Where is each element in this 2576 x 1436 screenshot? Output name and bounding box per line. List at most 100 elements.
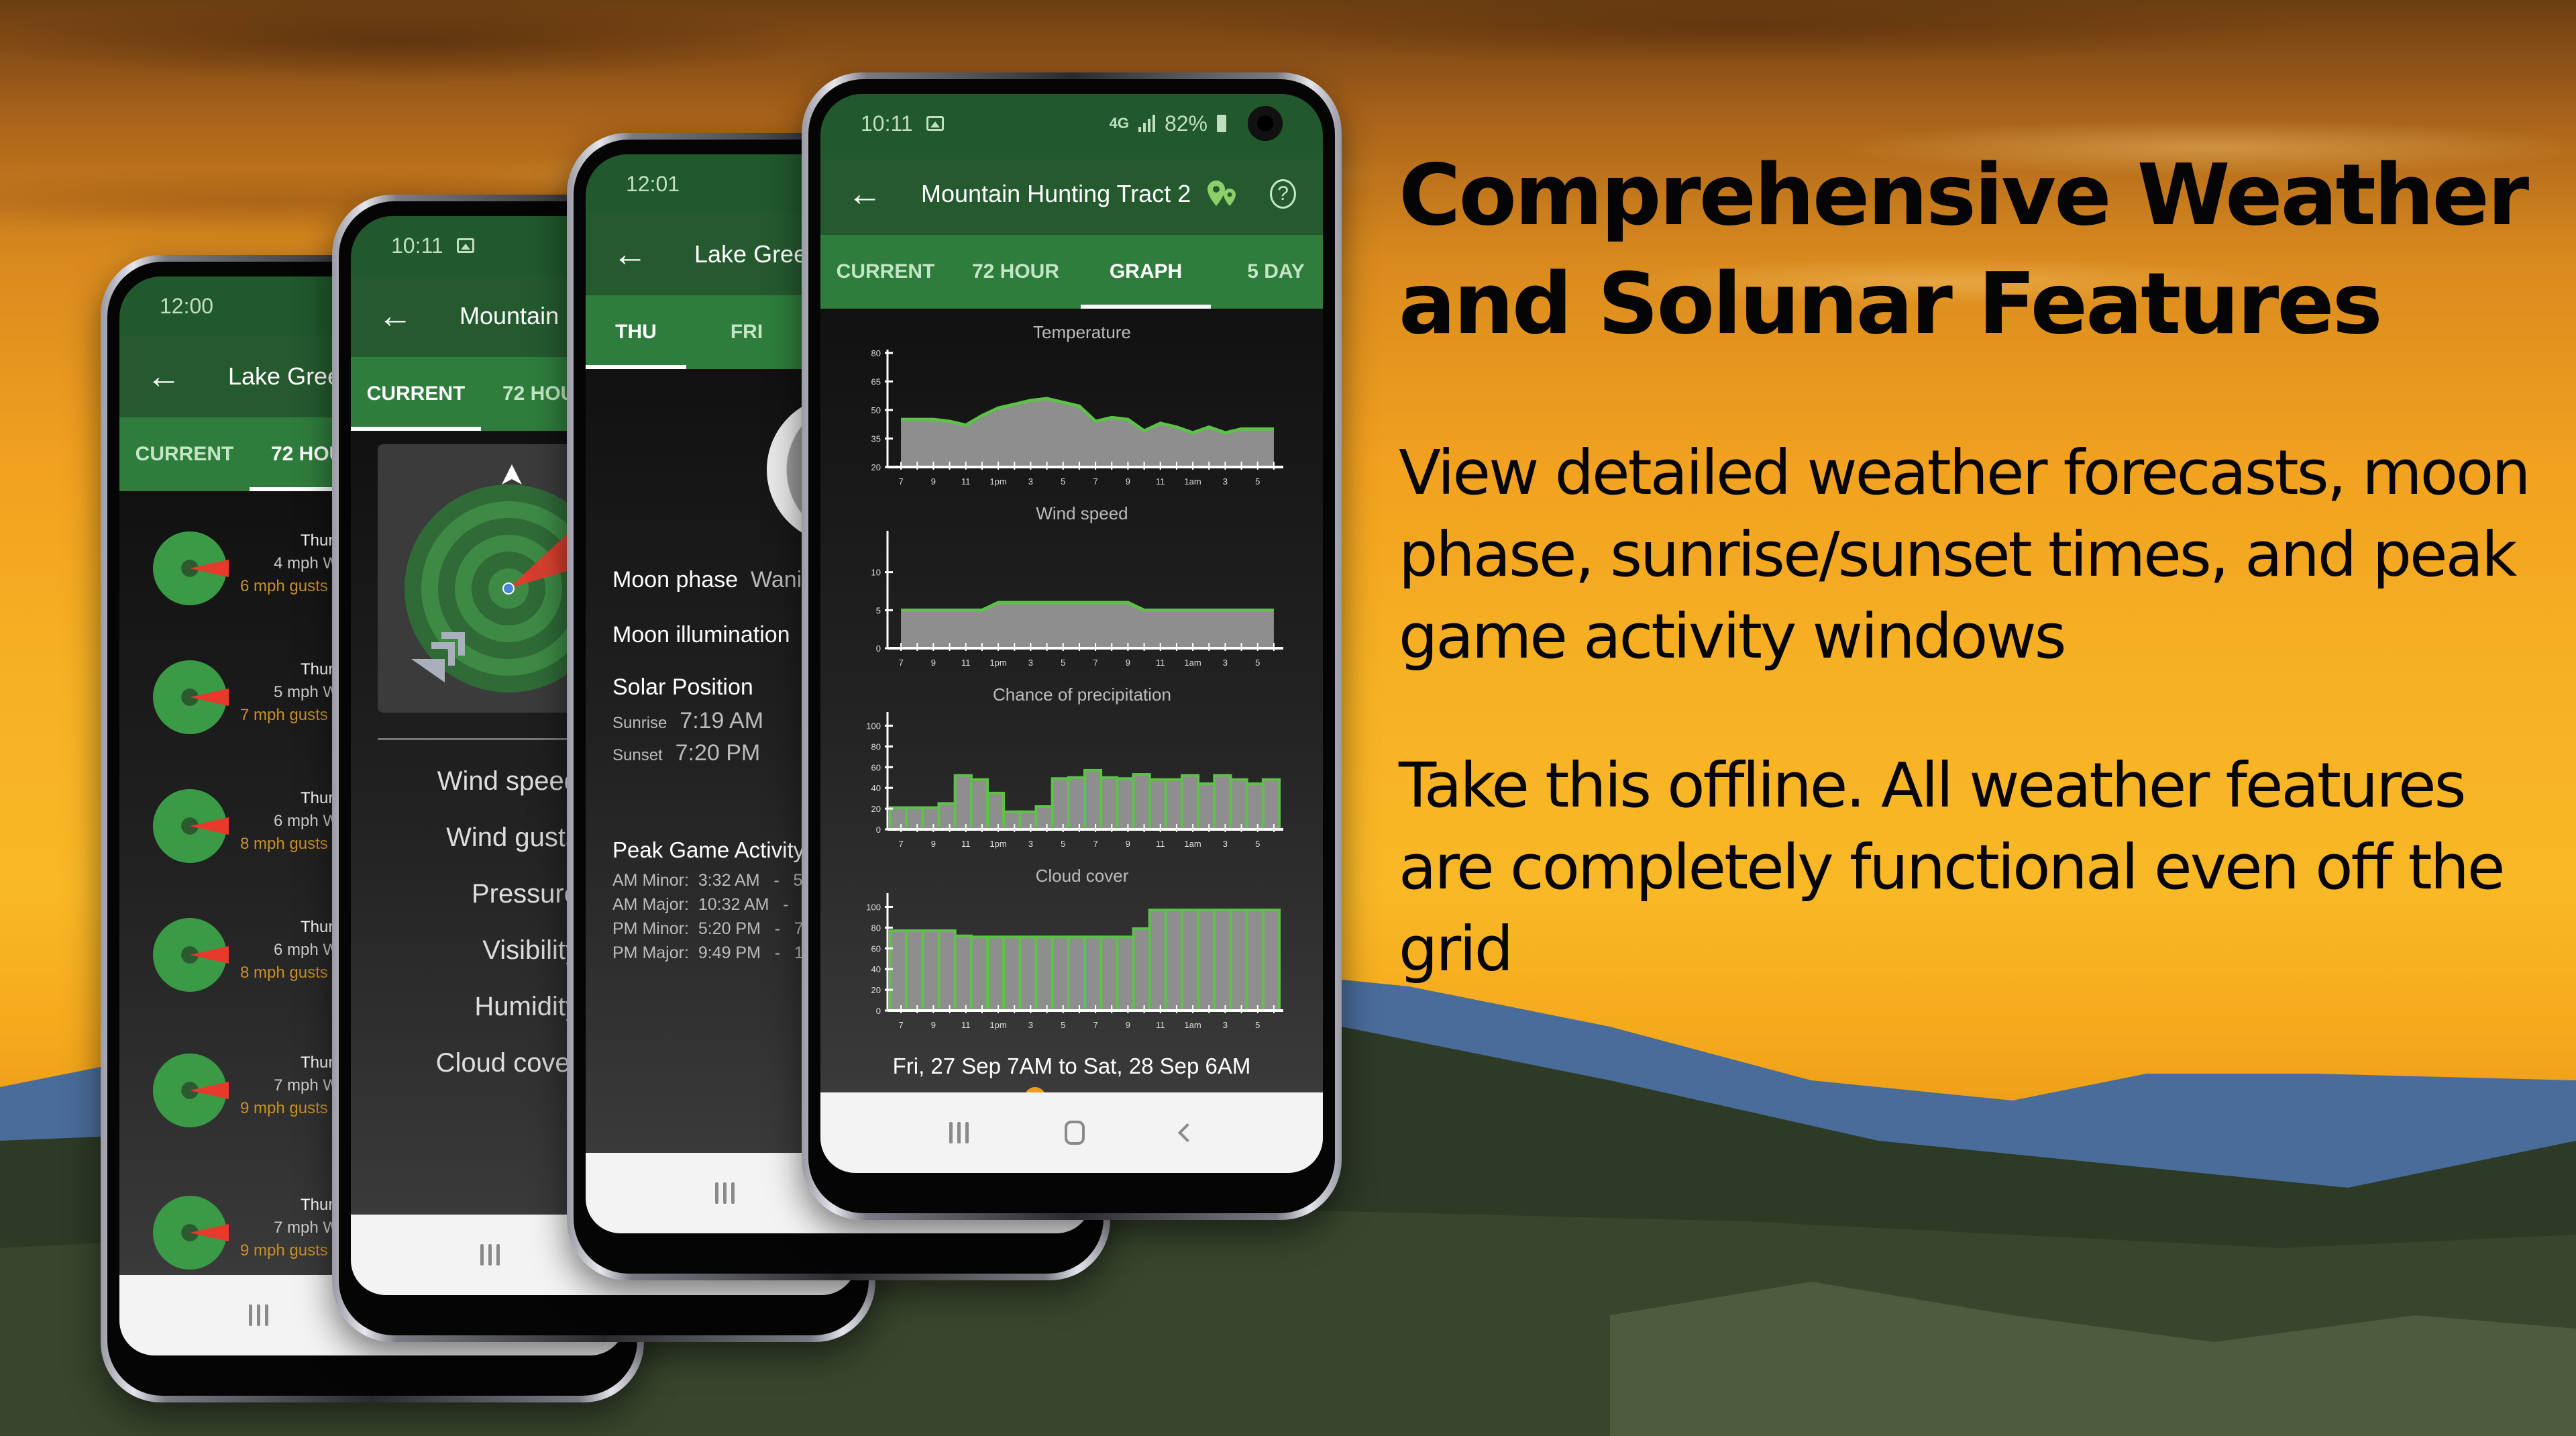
peak-start: 9:49 PM: [698, 943, 761, 962]
bar: [1067, 776, 1087, 831]
back-arrow-icon[interactable]: ←: [378, 299, 413, 334]
back-arrow-icon[interactable]: ←: [146, 359, 181, 394]
status-time: 12:01: [626, 171, 680, 196]
y-tick-label: 80: [871, 348, 881, 358]
bar: [937, 929, 957, 1012]
status-time: 12:00: [160, 293, 214, 318]
recent-apps-icon[interactable]: [714, 1182, 735, 1204]
image-notification-icon: [456, 238, 474, 253]
bar: [1034, 805, 1054, 831]
x-tick-label: 11: [961, 658, 971, 668]
slider-thumb[interactable]: [1024, 1087, 1046, 1092]
tab-5-day[interactable]: 5 DAY: [1211, 235, 1323, 309]
x-tick-label: 7: [1093, 839, 1097, 849]
x-tick-label: 11: [1156, 476, 1165, 486]
recent-apps-icon[interactable]: [480, 1244, 500, 1266]
y-tick-label: 5: [876, 605, 881, 615]
condition-label: Humidity: [474, 992, 579, 1021]
tab-bar: CURRENT 72 HOUR GRAPH 5 DAY: [820, 235, 1323, 309]
peak-game-activity-label: Peak Game Activity: [612, 837, 805, 862]
y-tick-label: 0: [876, 1006, 881, 1016]
back-arrow-icon[interactable]: ←: [612, 237, 647, 272]
y-tick-label: 80: [871, 923, 881, 933]
bar: [1148, 909, 1167, 1012]
wind-speed: 6 mph W: [274, 941, 339, 959]
x-tick-label: 1pm: [989, 476, 1006, 486]
bar: [1051, 935, 1070, 1012]
y-tick-label: 65: [871, 377, 881, 387]
nav-back-icon[interactable]: [1178, 1123, 1197, 1143]
bar: [889, 929, 908, 1012]
bar: [1083, 935, 1103, 1012]
tab-label: CURRENT: [135, 443, 234, 465]
bar: [1067, 935, 1087, 1012]
location-title: Mountain Hunting Tract 2: [921, 180, 1191, 207]
back-arrow-icon[interactable]: ←: [847, 176, 882, 211]
moon-phase-label: Moon phase: [612, 567, 739, 593]
cloud-cover-chart-svg: 0 20 40 60 80 100 7 9 11 1pm 3 5 7 9 11 1am 3 5: [866, 893, 1283, 1030]
condition-label: Visibility: [482, 935, 579, 965]
bar: [1229, 778, 1248, 831]
bar: [1245, 782, 1265, 831]
home-icon[interactable]: [1064, 1121, 1085, 1145]
x-tick-label: 9: [931, 839, 936, 849]
recent-apps-icon[interactable]: [248, 1304, 268, 1326]
x-tick-label: 1am: [1184, 839, 1201, 849]
app-bar: ← Mountain Hunting Tract 2 ?: [820, 153, 1323, 235]
tab-72-hour[interactable]: 72 HOUR: [951, 235, 1081, 309]
tab-graph[interactable]: GRAPH: [1081, 235, 1211, 309]
headline: Comprehensive Weather and Solunar Featur…: [1399, 146, 2529, 353]
bar: [953, 774, 973, 831]
bar: [1181, 774, 1200, 831]
tab-label: 72 HOUR: [971, 260, 1060, 283]
x-tick-label: 9: [931, 476, 936, 486]
x-tick-label: 7: [1093, 1020, 1097, 1030]
x-tick-label: 9: [1126, 658, 1130, 668]
bar: [921, 929, 941, 1012]
x-tick-label: 1pm: [989, 839, 1006, 849]
bar: [921, 806, 941, 831]
sunrise-value: 7:19 AM: [680, 708, 764, 733]
image-notification-icon: [926, 116, 944, 131]
help-icon[interactable]: ?: [1270, 179, 1296, 209]
tab-current[interactable]: CURRENT: [351, 357, 481, 431]
x-tick-label: 7: [898, 658, 903, 668]
bar: [1099, 935, 1119, 1012]
y-tick-label: 0: [876, 825, 881, 835]
wind-gusts: 8 mph gusts: [240, 964, 328, 982]
x-tick-label: 1am: [1184, 476, 1201, 486]
bar: [905, 929, 924, 1012]
x-tick-label: 5: [1061, 658, 1065, 668]
bar: [889, 806, 908, 831]
x-tick-label: 11: [1156, 839, 1165, 849]
tab-fri[interactable]: FRI: [686, 295, 807, 369]
tab-current[interactable]: CURRENT: [820, 235, 951, 309]
x-tick-label: 5: [1255, 658, 1260, 668]
wind-gusts: 7 mph gusts: [240, 706, 328, 724]
y-tick-label: 10: [871, 568, 881, 578]
condition-label: Pressure: [471, 879, 579, 909]
x-tick-label: 3: [1028, 658, 1033, 668]
sunset-row: Sunset 7:20 PM: [612, 740, 760, 766]
wind-gust-icon: [411, 659, 445, 682]
phone-graph: 10:11 4G 82% ← Mountain Hunting Tract 2 …: [802, 72, 1342, 1220]
wind-speed: 4 mph W: [274, 554, 339, 572]
wind-speed-chart-svg: 0 5 10 7 9 11 1pm 3 5 7 9 11 1am 3 5: [871, 531, 1283, 668]
x-tick-label: 7: [1093, 658, 1097, 668]
signal-icon: [1138, 115, 1155, 132]
recent-apps-icon[interactable]: [949, 1122, 969, 1143]
tab-label: GRAPH: [1109, 260, 1183, 283]
peak-start: 3:32 AM: [698, 871, 760, 890]
x-tick-label: 11: [961, 839, 971, 849]
bar: [1116, 935, 1135, 1012]
android-nav-bar: [820, 1092, 1323, 1173]
peak-row: PM Major: 9:49 PM - 12: [612, 943, 813, 963]
bar: [1083, 768, 1103, 831]
bar: [1164, 778, 1184, 831]
tab-current[interactable]: CURRENT: [119, 417, 250, 491]
x-tick-label: 11: [961, 1020, 971, 1030]
bar: [1002, 935, 1022, 1012]
tab-label: CURRENT: [836, 260, 935, 283]
tab-thu[interactable]: THU: [586, 295, 686, 369]
map-pins-icon[interactable]: [1205, 179, 1238, 209]
